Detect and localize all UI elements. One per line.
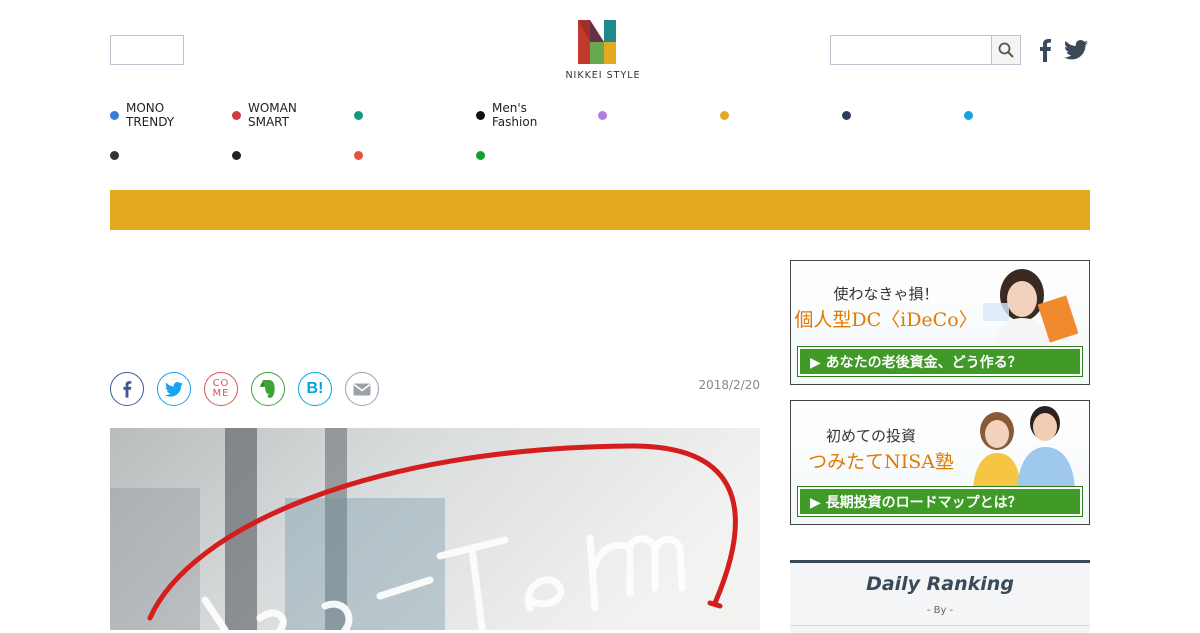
search-box	[830, 35, 1021, 65]
article-hero-image	[110, 428, 760, 630]
ranking-title: Daily Ranking	[866, 573, 1014, 595]
nav-dot	[232, 110, 241, 120]
nav-label-line2: Fashion	[492, 115, 538, 129]
facebook-link[interactable]	[1038, 38, 1052, 66]
nav-item-woman-smart[interactable]: WOMAN SMART	[232, 100, 354, 130]
facebook-icon	[123, 381, 132, 398]
nav-item-mono-trendy[interactable]: MONO TRENDY	[110, 100, 232, 130]
come-icon: CO ME	[213, 379, 230, 399]
nav-label-line1: WOMAN	[248, 101, 297, 115]
come-label-2: ME	[212, 388, 230, 399]
twitter-link[interactable]	[1064, 40, 1088, 64]
ranking-divider	[790, 625, 1090, 626]
couple-photo	[973, 406, 1075, 489]
nav-dot	[476, 110, 485, 120]
ad-ideco-headline: 使わなきゃ損！	[833, 285, 939, 303]
nav-dot	[598, 110, 607, 120]
nav-dot	[720, 110, 729, 120]
nav-dot	[110, 150, 119, 160]
ad-nisa-banner[interactable]: 初めての投資 つみたてNISA塾 ▶ 長期投資のロードマップとは？	[790, 400, 1090, 525]
share-evernote-button[interactable]	[251, 372, 285, 406]
mail-icon	[353, 383, 371, 395]
section-banner-bar	[110, 190, 1090, 230]
nav-label-line2: TRENDY	[126, 115, 175, 129]
nav-item-mens-fashion[interactable]: Men's Fashion	[476, 100, 598, 130]
ad-nisa-title: つみたてNISA塾	[808, 451, 954, 473]
nav-dot	[476, 150, 485, 160]
nav-item-3[interactable]	[354, 100, 476, 130]
nikkei-style-logo[interactable]: NIKKEI STYLE	[558, 18, 648, 84]
nav-item-12[interactable]	[476, 140, 598, 170]
ad-nisa-cta-button[interactable]: ▶ 長期投資のロードマップとは？	[798, 487, 1082, 516]
nav-label: WOMAN SMART	[248, 101, 297, 129]
nav-item-5[interactable]	[598, 100, 720, 130]
woman-photo	[983, 269, 1079, 348]
logo-text: NIKKEI STYLE	[565, 70, 641, 81]
share-come-button[interactable]: CO ME	[204, 372, 238, 406]
nav-dot	[354, 150, 363, 160]
share-facebook-button[interactable]	[110, 372, 144, 406]
nav-dot	[232, 150, 241, 160]
ad-ideco-banner[interactable]: 使わなきゃ損！ 個人型DC〈iDeCo〉 ▶ あなたの老後資金、どう作る？	[790, 260, 1090, 385]
ad-ideco-cta-button[interactable]: ▶ あなたの老後資金、どう作る？	[798, 347, 1082, 376]
ad-nisa-headline: 初めての投資	[825, 427, 916, 445]
nav-label: MONO TRENDY	[126, 101, 174, 129]
search-input[interactable]	[831, 36, 991, 64]
share-hatena-button[interactable]: B!	[298, 372, 332, 406]
share-twitter-button[interactable]	[157, 372, 191, 406]
hero-photo	[110, 428, 760, 630]
nav-dot	[842, 110, 851, 120]
facebook-icon	[1040, 39, 1051, 62]
nav-label-line1: MONO	[126, 101, 165, 115]
nav-item-6[interactable]	[720, 100, 842, 130]
login-button[interactable]	[110, 35, 184, 65]
evernote-icon	[260, 380, 275, 398]
ad-ideco-title: 個人型DC〈iDeCo〉	[794, 309, 978, 331]
nav-label-line2: SMART	[248, 115, 289, 129]
hatena-bookmark-icon: B!	[306, 380, 324, 397]
nav-label: Men's Fashion	[492, 101, 537, 129]
nav-label-line1: Men's	[492, 101, 527, 115]
search-icon	[998, 42, 1014, 58]
twitter-icon	[1064, 40, 1088, 60]
nav-item-10[interactable]	[232, 140, 354, 170]
nav-item-9[interactable]	[110, 140, 232, 170]
nav-dot	[354, 110, 363, 120]
logo-mark-icon	[578, 20, 616, 64]
article-date: 2018/2/20	[698, 378, 760, 392]
share-mail-button[interactable]	[345, 372, 379, 406]
nav-item-8[interactable]	[964, 100, 1086, 130]
ranking-subtitle: - By -	[926, 605, 954, 616]
search-button[interactable]	[991, 36, 1020, 64]
nav-item-11[interactable]	[354, 140, 476, 170]
nav-dot	[964, 110, 973, 120]
daily-ranking-panel: Daily Ranking - By -	[790, 560, 1090, 633]
nav-dot	[110, 110, 119, 120]
twitter-icon	[165, 381, 183, 397]
nav-item-7[interactable]	[842, 100, 964, 130]
